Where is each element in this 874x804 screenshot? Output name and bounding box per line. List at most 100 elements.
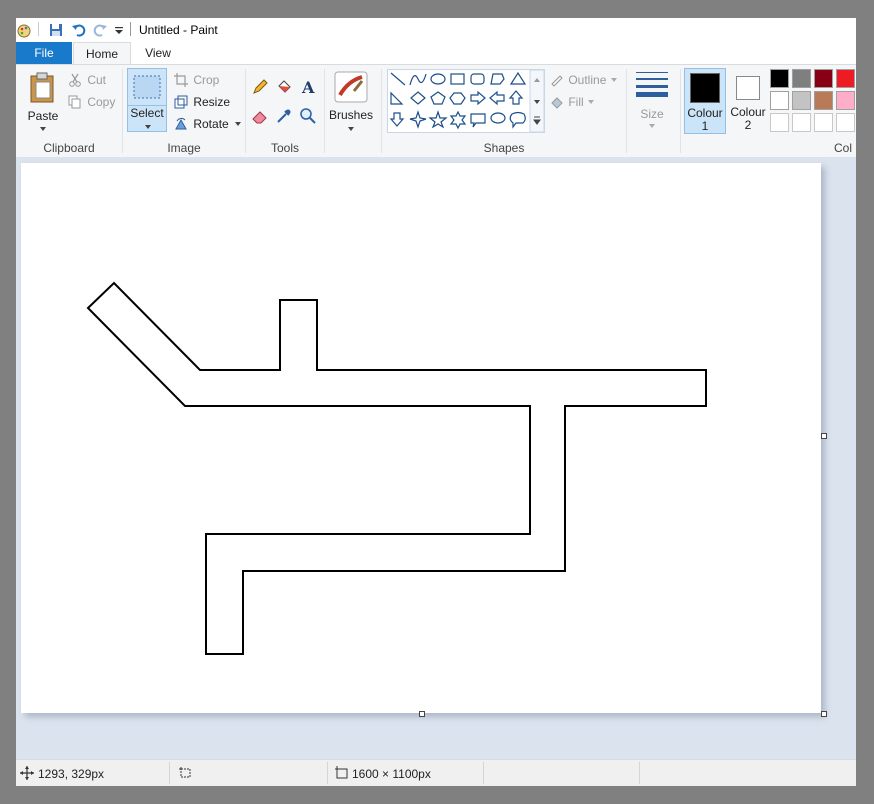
crop-button[interactable]: Crop	[174, 71, 219, 89]
oval-callout-shape-icon	[490, 112, 506, 124]
curve-shape-icon	[409, 73, 427, 86]
brushes-button[interactable]: Brushes	[328, 69, 374, 133]
chevron-down-icon	[40, 127, 46, 131]
save-icon[interactable]	[48, 22, 64, 38]
palette-swatch[interactable]	[814, 69, 833, 88]
palette-swatch[interactable]	[814, 113, 833, 132]
crop-icon	[174, 73, 188, 87]
shapes-gallery[interactable]	[387, 69, 545, 133]
fill-icon	[551, 97, 563, 109]
paste-button[interactable]: Paste	[24, 69, 62, 131]
colour-picker-icon[interactable]	[275, 107, 293, 125]
svg-text:A: A	[301, 78, 315, 96]
divider	[639, 762, 640, 784]
tab-view[interactable]: View	[133, 42, 183, 64]
palette-swatch[interactable]	[836, 113, 855, 132]
copy-icon	[68, 95, 81, 109]
magnifier-icon[interactable]	[299, 107, 317, 125]
resize-handle-bottom[interactable]	[419, 711, 425, 717]
pencil-icon[interactable]	[251, 78, 269, 96]
rounded-callout-shape-icon	[470, 113, 486, 128]
colour2-button[interactable]: Colour 2	[728, 68, 768, 134]
size-button[interactable]: Size	[632, 71, 672, 131]
palette-swatch[interactable]	[770, 91, 789, 110]
hexagon-shape-icon	[449, 92, 466, 105]
undo-icon[interactable]	[71, 22, 87, 38]
colour1-label-line1: Colour	[687, 106, 723, 120]
chevron-down-icon	[145, 125, 151, 129]
paste-icon	[30, 72, 54, 103]
resize-button[interactable]: Resize	[174, 93, 230, 111]
divider	[483, 762, 484, 784]
palette-swatch[interactable]	[836, 69, 855, 88]
cut-button[interactable]: Cut	[68, 71, 106, 89]
text-icon[interactable]: A	[299, 78, 317, 96]
scissors-icon	[69, 73, 81, 87]
resize-handle-corner[interactable]	[821, 711, 827, 717]
palette-swatch[interactable]	[792, 91, 811, 110]
chevron-down-icon	[649, 124, 655, 128]
outline-icon	[551, 75, 563, 87]
tab-file[interactable]: File	[16, 42, 72, 64]
diamond-shape-icon	[410, 91, 426, 105]
resize-handle-right[interactable]	[821, 433, 827, 439]
customize-quick-access-icon[interactable]	[114, 22, 124, 38]
down-arrow-shape-icon	[389, 112, 405, 127]
select-rectangle-icon	[133, 75, 161, 99]
cursor-position: 1293, 329px	[38, 767, 105, 781]
tools-group-label: Tools	[270, 141, 299, 155]
colour2-swatch	[736, 76, 760, 100]
cursor-position-icon	[20, 766, 34, 780]
canvas-size: 1600 × 1100px	[352, 767, 431, 781]
rotate-button[interactable]: Rotate	[174, 115, 242, 133]
outline-button[interactable]: Outline	[549, 71, 618, 89]
select-label: Select	[130, 106, 164, 120]
select-button[interactable]: Select	[127, 68, 167, 132]
redo-icon[interactable]	[92, 22, 108, 38]
drawing-canvas[interactable]	[21, 163, 821, 713]
rectangle-shape-icon	[450, 73, 465, 85]
paint-app-icon	[17, 24, 31, 38]
up-arrow-shape-icon	[508, 90, 524, 105]
title-bar: Untitled - Paint	[16, 18, 856, 42]
chevron-down-icon	[348, 127, 354, 131]
colour1-label-line2: 1	[701, 119, 709, 133]
palette-swatch[interactable]	[814, 91, 833, 110]
eraser-icon[interactable]	[251, 107, 269, 125]
resize-label: Resize	[193, 95, 231, 109]
fill-button[interactable]: Fill	[549, 93, 595, 111]
colour1-swatch	[690, 73, 720, 103]
divider	[169, 762, 170, 784]
divider	[327, 762, 328, 784]
divider	[626, 69, 627, 153]
selection-size-icon	[179, 767, 191, 778]
pentagon-shape-icon	[430, 91, 446, 105]
colour2-label-line2: 2	[744, 118, 752, 132]
crop-label: Crop	[193, 73, 220, 87]
canvas-area[interactable]	[16, 157, 856, 759]
fill-bucket-icon[interactable]	[275, 78, 293, 96]
brushes-icon	[334, 71, 368, 103]
palette-swatch[interactable]	[770, 113, 789, 132]
triangle-shape-icon	[509, 71, 527, 85]
shapes-group-label: Shapes	[483, 141, 525, 155]
palette-swatch[interactable]	[792, 113, 811, 132]
copy-button[interactable]: Copy	[68, 93, 115, 111]
chevron-down-icon	[610, 78, 617, 82]
right-arrow-shape-icon	[470, 90, 486, 106]
chevron-down-icon	[235, 122, 242, 126]
colour-palette	[770, 69, 856, 135]
chevron-down-icon	[588, 100, 595, 104]
drawn-shape	[86, 281, 707, 655]
left-arrow-shape-icon	[489, 90, 505, 106]
divider	[680, 69, 681, 153]
palette-swatch[interactable]	[836, 91, 855, 110]
colours-group-label: Col	[834, 141, 853, 155]
palette-swatch[interactable]	[792, 69, 811, 88]
palette-swatch[interactable]	[770, 69, 789, 88]
colour1-button[interactable]: Colour 1	[684, 68, 726, 134]
brushes-label: Brushes	[328, 108, 374, 122]
status-bar: 1293, 329px 1600 × 1100px	[16, 759, 856, 786]
tab-home[interactable]: Home	[73, 42, 131, 65]
rotate-icon	[175, 117, 187, 130]
